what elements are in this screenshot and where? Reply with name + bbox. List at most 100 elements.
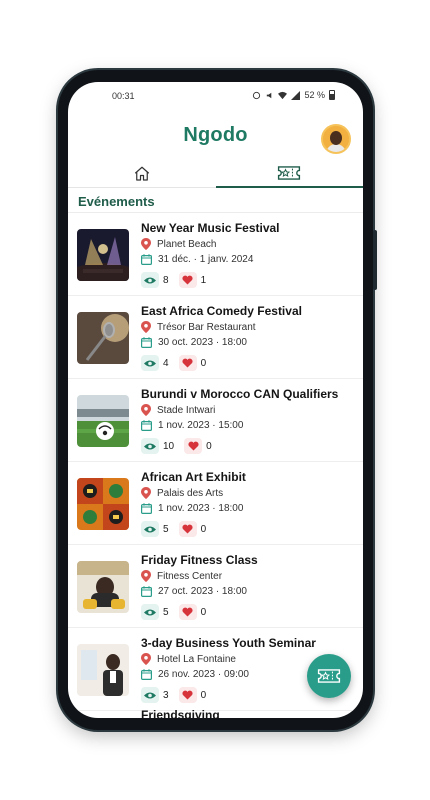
event-title: East Africa Comedy Festival bbox=[141, 304, 302, 318]
event-date: 1 nov. 2023 · 15:00 bbox=[141, 420, 243, 431]
likes-chip[interactable] bbox=[178, 687, 197, 703]
event-thumbnail bbox=[77, 395, 129, 447]
event-card[interactable]: New Year Music Festival Planet Beach 31 … bbox=[68, 213, 363, 296]
heart-icon bbox=[182, 524, 193, 534]
eye-icon bbox=[144, 692, 156, 698]
event-card[interactable]: African Art Exhibit Palais des Arts 1 no… bbox=[68, 462, 363, 545]
section-title: Evénements bbox=[78, 194, 155, 209]
battery-icon bbox=[329, 90, 335, 100]
event-date-text: 27 oct. 2023 · 18:00 bbox=[158, 586, 247, 597]
likes-chip[interactable] bbox=[178, 272, 197, 288]
battery-percent: 52 % bbox=[304, 90, 325, 100]
eye-icon bbox=[144, 277, 156, 283]
views-count: 3 bbox=[163, 689, 169, 701]
tab-events[interactable] bbox=[215, 160, 363, 188]
status-time: 00:31 bbox=[112, 91, 135, 101]
status-bar: 00:31 52 % bbox=[68, 82, 363, 112]
calendar-icon bbox=[141, 669, 152, 680]
event-title-partial[interactable]: Friendsgiving bbox=[141, 708, 220, 718]
views-count: 10 bbox=[163, 440, 175, 452]
event-location: Trésor Bar Restaurant bbox=[141, 321, 256, 333]
likes-count: 0 bbox=[206, 440, 212, 452]
event-date: 1 nov. 2023 · 18:00 bbox=[141, 503, 243, 514]
likes-count: 0 bbox=[200, 523, 207, 535]
event-date-text: 1 nov. 2023 · 18:00 bbox=[158, 503, 244, 514]
calendar-icon bbox=[141, 503, 152, 514]
likes-chip[interactable] bbox=[178, 355, 197, 371]
event-location: Fitness Center bbox=[141, 570, 222, 582]
location-pin-icon bbox=[141, 404, 151, 416]
wifi-icon bbox=[278, 91, 288, 99]
event-date-text: 30 oct. 2023 · 18:00 bbox=[158, 337, 247, 348]
event-location-name: Trésor Bar Restaurant bbox=[157, 321, 256, 333]
status-icons: 52 % bbox=[252, 90, 335, 100]
likes-count: 0 bbox=[200, 357, 207, 369]
event-location-name: Stade Intwari bbox=[157, 404, 216, 416]
likes-count: 0 bbox=[200, 689, 207, 701]
likes-chip[interactable] bbox=[178, 521, 197, 537]
event-title: New Year Music Festival bbox=[141, 221, 280, 235]
ticket-icon bbox=[317, 669, 341, 683]
views-chip bbox=[141, 438, 159, 454]
add-event-fab[interactable] bbox=[307, 654, 351, 698]
likes-chip[interactable] bbox=[184, 438, 203, 454]
phone-frame: 00:31 52 % Ngodo Evénements New Year Mus… bbox=[58, 70, 377, 730]
mute-icon bbox=[267, 92, 272, 98]
calendar-icon bbox=[141, 337, 152, 348]
event-location: Planet Beach bbox=[141, 238, 217, 250]
event-thumbnail bbox=[77, 312, 129, 364]
event-location-name: Fitness Center bbox=[157, 570, 223, 582]
views-count: 5 bbox=[163, 606, 169, 618]
views-chip bbox=[141, 521, 159, 537]
eye-icon bbox=[144, 526, 156, 532]
views-chip bbox=[141, 604, 159, 620]
likes-chip[interactable] bbox=[178, 604, 197, 620]
ticket-icon bbox=[278, 166, 301, 180]
event-location-name: Palais des Arts bbox=[157, 487, 224, 499]
calendar-icon bbox=[141, 586, 152, 597]
tab-home[interactable] bbox=[68, 160, 216, 188]
likes-count: 0 bbox=[200, 606, 207, 618]
heart-icon bbox=[182, 275, 193, 285]
eye-icon bbox=[144, 609, 156, 615]
event-location: Hotel La Fontaine bbox=[141, 653, 236, 665]
app-logo: Ngodo bbox=[183, 124, 248, 146]
user-avatar[interactable] bbox=[321, 124, 351, 154]
views-count: 4 bbox=[163, 357, 169, 369]
nfc-icon bbox=[253, 91, 261, 99]
views-chip bbox=[141, 355, 159, 371]
location-pin-icon bbox=[141, 487, 151, 499]
event-title: African Art Exhibit bbox=[141, 470, 246, 484]
event-date: 31 déc. · 1 janv. 2024 bbox=[141, 254, 253, 265]
event-card[interactable]: East Africa Comedy Festival Trésor Bar R… bbox=[68, 296, 363, 379]
event-thumbnail bbox=[77, 478, 129, 530]
event-thumbnail bbox=[77, 644, 129, 696]
location-pin-icon bbox=[141, 570, 151, 582]
event-location: Palais des Arts bbox=[141, 487, 223, 499]
tab-bar bbox=[68, 160, 363, 188]
event-stats: 3 0 bbox=[141, 687, 212, 703]
location-pin-icon bbox=[141, 321, 151, 333]
event-title: Burundi v Morocco CAN Qualifiers bbox=[141, 387, 339, 401]
heart-icon bbox=[182, 358, 193, 368]
event-date-text: 1 nov. 2023 · 15:00 bbox=[158, 420, 244, 431]
event-card[interactable]: Friday Fitness Class Fitness Center 27 o… bbox=[68, 545, 363, 628]
event-list: New Year Music Festival Planet Beach 31 … bbox=[68, 213, 363, 711]
event-thumbnail bbox=[77, 229, 129, 281]
event-title: 3-day Business Youth Seminar bbox=[141, 636, 316, 650]
event-date: 27 oct. 2023 · 18:00 bbox=[141, 586, 247, 597]
views-count: 8 bbox=[163, 274, 169, 286]
event-stats: 10 0 bbox=[141, 438, 218, 454]
heart-icon bbox=[182, 690, 193, 700]
event-stats: 5 0 bbox=[141, 604, 212, 620]
event-location-name: Hotel La Fontaine bbox=[157, 653, 236, 665]
event-card[interactable]: Burundi v Morocco CAN Qualifiers Stade I… bbox=[68, 379, 363, 462]
app-header: Ngodo bbox=[68, 110, 363, 160]
home-icon bbox=[134, 166, 149, 181]
heart-icon bbox=[188, 441, 199, 451]
likes-count: 1 bbox=[200, 274, 207, 286]
event-location: Stade Intwari bbox=[141, 404, 215, 416]
views-chip bbox=[141, 272, 159, 288]
location-pin-icon bbox=[141, 653, 151, 665]
event-stats: 5 0 bbox=[141, 521, 212, 537]
